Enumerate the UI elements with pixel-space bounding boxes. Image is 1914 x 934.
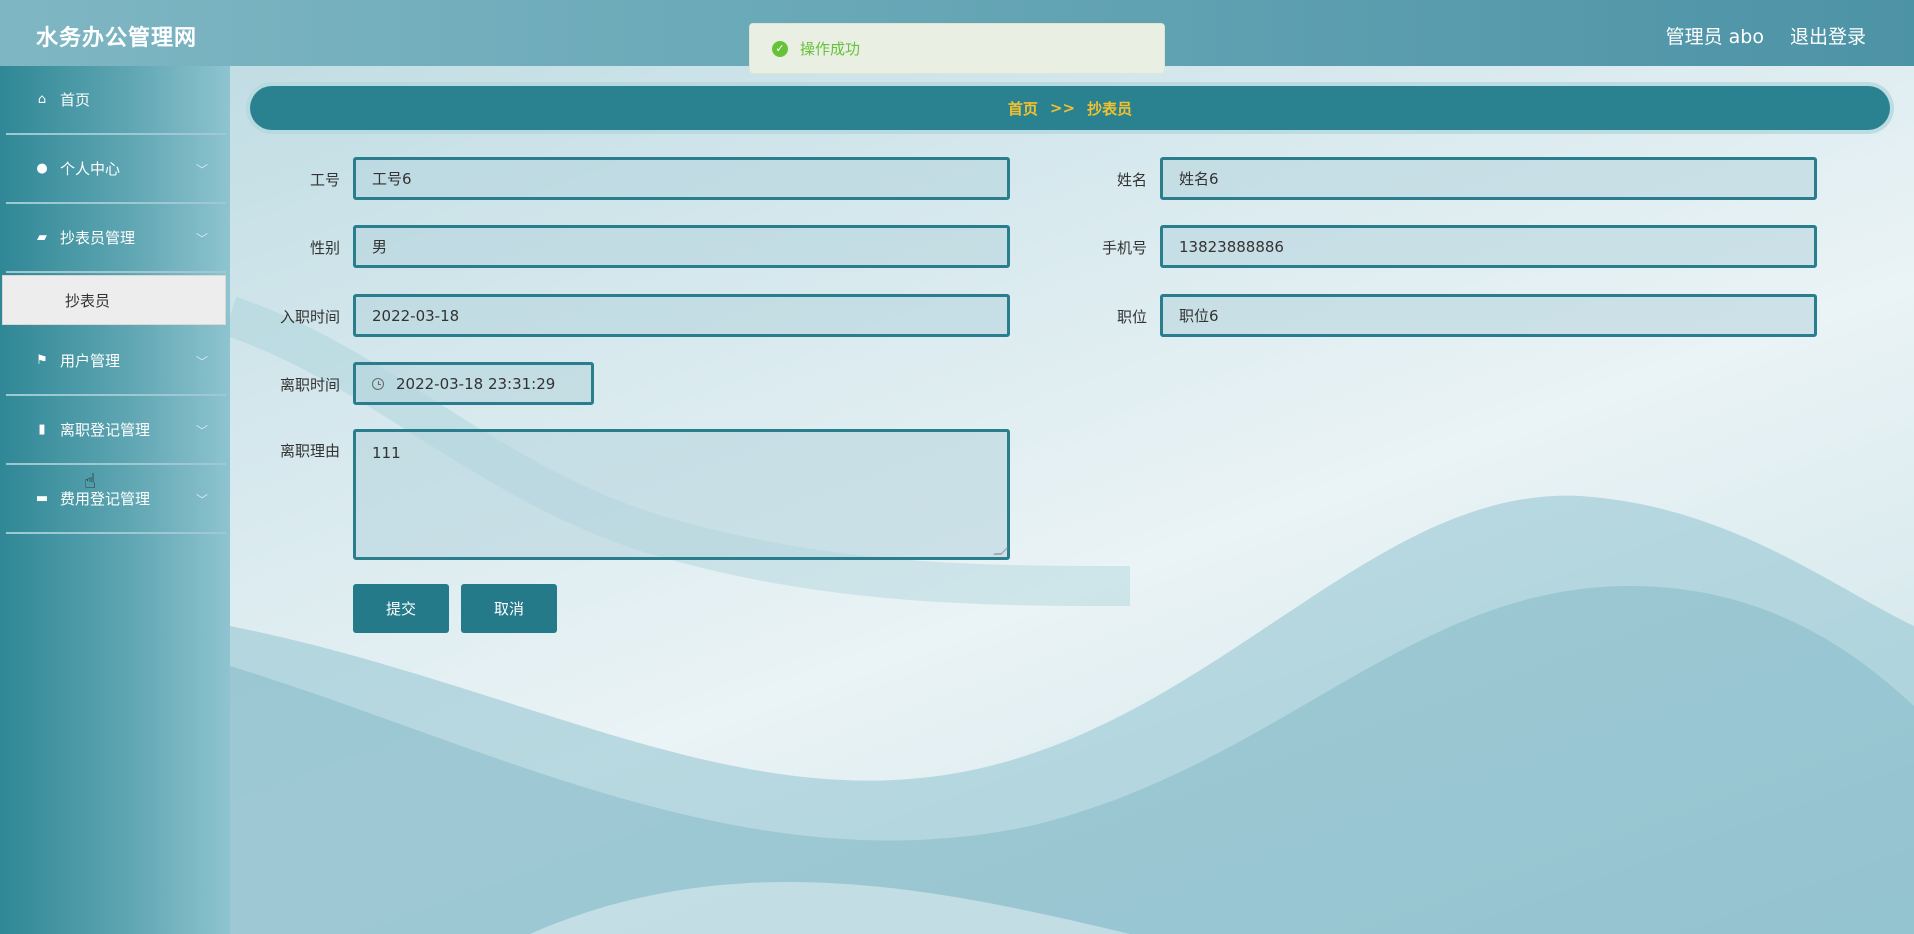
- chevron-down-icon: ﹀: [195, 493, 208, 507]
- sidebar-item-label: 离职登记管理: [60, 421, 151, 439]
- hire-date-label: 入职时间: [279, 308, 340, 326]
- name-label: 姓名: [1116, 171, 1147, 189]
- admin-label[interactable]: 管理员 abo: [1666, 22, 1764, 49]
- leave-time-label: 离职时间: [279, 376, 340, 394]
- position-label: 职位: [1116, 308, 1147, 326]
- leave-time-picker[interactable]: 2022-03-18 23:31:29: [353, 362, 594, 405]
- sidebar-item-label: 费用登记管理: [60, 490, 151, 508]
- user-area: 管理员 abo 退出登录: [1666, 22, 1866, 49]
- resize-handle[interactable]: [993, 547, 1009, 555]
- flag-icon: ⚑: [36, 353, 48, 368]
- job-no-field[interactable]: 工号6: [353, 157, 1010, 200]
- submit-button[interactable]: 提交: [353, 584, 449, 633]
- clock-icon: [372, 377, 384, 390]
- sidebar-item-home[interactable]: ⌂ 首页: [6, 66, 226, 135]
- success-toast: ✓ 操作成功: [749, 23, 1165, 74]
- chevron-down-icon: ﹀: [195, 424, 208, 438]
- home-icon: ⌂: [37, 92, 47, 107]
- toast-message: 操作成功: [800, 40, 861, 58]
- sidebar-item-meter-reader-mgmt[interactable]: ▰ 抄表员管理 ﹀: [6, 204, 226, 273]
- sidebar-subitem-meter-reader[interactable]: 抄表员: [2, 275, 226, 325]
- breadcrumb-separator: >>: [1049, 99, 1076, 117]
- leave-reason-label: 离职理由: [279, 442, 340, 460]
- sidebar-item-personal-center[interactable]: ● 个人中心 ﹀: [6, 135, 226, 204]
- book-icon: ▮: [38, 422, 46, 437]
- breadcrumb-home[interactable]: 首页: [1008, 98, 1038, 119]
- main-content: 首页 >> 抄表员 工号 工号6 姓名 姓名6 性别 男 手机号 1382388…: [230, 66, 1914, 934]
- ticket-icon: ▰: [37, 230, 47, 245]
- leave-reason-textarea[interactable]: 111: [353, 429, 1010, 560]
- job-no-label: 工号: [309, 171, 340, 189]
- cancel-button[interactable]: 取消: [461, 584, 557, 633]
- phone-label: 手机号: [1101, 239, 1147, 257]
- breadcrumb: 首页 >> 抄表员: [250, 86, 1890, 130]
- user-icon: ●: [36, 161, 48, 176]
- phone-field[interactable]: 13823888886: [1160, 225, 1817, 268]
- leave-time-value: 2022-03-18 23:31:29: [396, 374, 556, 393]
- sidebar-item-user-mgmt[interactable]: ⚑ 用户管理 ﹀: [6, 327, 226, 396]
- gender-field[interactable]: 男: [353, 225, 1010, 268]
- sidebar-item-fee-mgmt[interactable]: ▬ 费用登记管理 ﹀: [6, 465, 226, 534]
- chevron-down-icon: ﹀: [195, 232, 208, 246]
- sidebar-item-label: 用户管理: [60, 352, 121, 370]
- chevron-down-icon: ﹀: [195, 355, 208, 369]
- sidebar-item-label: 首页: [60, 91, 91, 109]
- chevron-down-icon: ﹀: [195, 163, 208, 177]
- sidebar-item-label: 抄表员管理: [60, 229, 136, 247]
- logout-link[interactable]: 退出登录: [1790, 22, 1866, 49]
- breadcrumb-current: 抄表员: [1087, 99, 1133, 118]
- leave-reason-value: 111: [372, 444, 401, 462]
- app-title: 水务办公管理网: [36, 26, 198, 51]
- hand-cursor-icon: ☝: [84, 469, 97, 493]
- check-circle-icon: ✓: [772, 40, 788, 57]
- hire-date-field[interactable]: 2022-03-18: [353, 294, 1010, 337]
- sidebar: ⌂ 首页 ● 个人中心 ﹀ ▰ 抄表员管理 ﹀ 抄表员 ⚑ 用户管理 ﹀ ▮ 离…: [0, 66, 230, 934]
- card-icon: ▬: [35, 491, 49, 506]
- name-field[interactable]: 姓名6: [1160, 157, 1817, 200]
- sidebar-item-resignation-mgmt[interactable]: ▮ 离职登记管理 ﹀: [6, 396, 226, 465]
- position-field[interactable]: 职位6: [1160, 294, 1817, 337]
- gender-label: 性别: [309, 239, 340, 257]
- sidebar-item-label: 个人中心: [60, 160, 121, 178]
